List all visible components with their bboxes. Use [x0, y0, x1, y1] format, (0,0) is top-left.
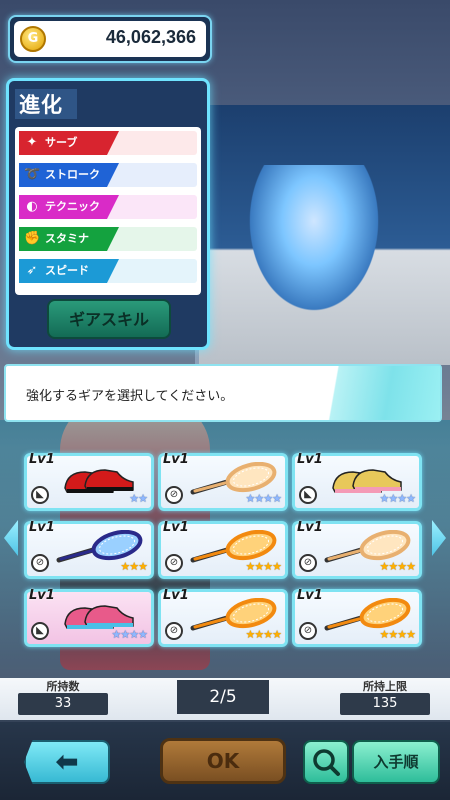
gear-card-racket[interactable]: Lv1 ⊘ ★★★★ [158, 588, 288, 647]
shop-background [195, 105, 450, 365]
coin-counter: G 46,062,366 [8, 15, 212, 63]
page-indicator: 2/5 [177, 680, 269, 714]
technique-icon: ◐ [26, 199, 38, 214]
racket-category-icon: ⊘ [299, 554, 317, 572]
stat-row-3: スタミナ ✊ [19, 227, 197, 251]
search-button[interactable] [303, 740, 349, 784]
gear-level: Lv1 [29, 588, 55, 603]
coin-value: 46,062,366 [105, 27, 196, 47]
racket-category-icon: ⊘ [165, 622, 183, 640]
evolution-title: 進化 [19, 93, 63, 117]
limit-label: 所持上限 [363, 680, 407, 693]
rarity-stars: ★★★★ [379, 492, 416, 505]
gold-coin-icon: G [20, 26, 46, 52]
instruction-text: 強化するギアを選択してください。 [26, 389, 234, 404]
gear-level: Lv1 [163, 452, 189, 467]
rarity-stars: ★★★★ [245, 628, 282, 641]
gear-card-racket[interactable]: Lv1 ⊘ ★★★★ [292, 520, 422, 579]
instruction-banner: 強化するギアを選択してください。 [4, 364, 442, 422]
stat-row-0: サーブ ✦ [19, 131, 197, 155]
limit-value: 135 [340, 693, 430, 715]
gacha-machine-decoration [239, 165, 389, 325]
speed-icon: ➶ [26, 263, 38, 278]
stat-list: サーブ ✦ ストローク ➰ テクニック ◐ スタミナ ✊ スピード ➶ [15, 127, 201, 295]
racket-category-icon: ⊘ [165, 486, 183, 504]
ok-button[interactable]: OK [160, 738, 286, 784]
rarity-stars: ★★★★ [245, 560, 282, 573]
racket-category-icon: ⊘ [31, 554, 49, 572]
gear-card-shoes[interactable]: Lv1 ◣ ★★★★ [292, 452, 422, 511]
rarity-stars: ★★ [129, 492, 148, 505]
rarity-stars: ★★★★ [379, 628, 416, 641]
owned-value: 33 [18, 693, 108, 715]
back-button[interactable]: ⬅ [24, 740, 110, 784]
stat-row-4: スピード ➶ [19, 259, 197, 283]
back-arrow-icon: ⬅ [55, 745, 79, 778]
gear-level: Lv1 [163, 520, 189, 535]
gear-card-racket[interactable]: Lv1 ⊘ ★★★★ [158, 520, 288, 579]
gear-level: Lv1 [297, 588, 323, 603]
serve-icon: ✦ [26, 135, 38, 150]
shoes-category-icon: ◣ [299, 486, 317, 504]
owned-label: 所持数 [46, 680, 80, 693]
gear-card-racket[interactable]: Lv1 ⊘ ★★★ [24, 520, 154, 579]
gear-level: Lv1 [297, 520, 323, 535]
rarity-stars: ★★★★ [111, 628, 148, 641]
gear-level: Lv1 [29, 452, 55, 467]
racket-category-icon: ⊘ [165, 554, 183, 572]
sort-button[interactable]: 入手順 [352, 740, 440, 784]
stroke-icon: ➰ [24, 167, 41, 182]
gear-card-shoes[interactable]: Lv1 ◣ ★★ [24, 452, 154, 511]
rarity-stars: ★★★★ [379, 560, 416, 573]
rarity-stars: ★★★ [120, 560, 148, 573]
gear-level: Lv1 [29, 520, 55, 535]
racket-category-icon: ⊘ [299, 622, 317, 640]
stamina-icon: ✊ [24, 231, 41, 246]
shoes-category-icon: ◣ [31, 486, 49, 504]
stat-row-2: テクニック ◐ [19, 195, 197, 219]
rarity-stars: ★★★★ [245, 492, 282, 505]
shoes-category-icon: ◣ [31, 622, 49, 640]
search-icon [313, 749, 340, 776]
gear-level: Lv1 [297, 452, 323, 467]
evolution-panel: 進化 サーブ ✦ ストローク ➰ テクニック ◐ スタミナ ✊ スピード ➶ ギアスキル [6, 78, 210, 350]
gear-card-racket[interactable]: Lv1 ⊘ ★★★★ [292, 588, 422, 647]
gear-skill-button[interactable]: ギアスキル [47, 299, 171, 339]
gear-card-racket[interactable]: Lv1 ⊘ ★★★★ [158, 452, 288, 511]
gear-card-shoes[interactable]: Lv1 ◣ ★★★★ [24, 588, 154, 647]
gear-level: Lv1 [163, 588, 189, 603]
stat-row-1: ストローク ➰ [19, 163, 197, 187]
